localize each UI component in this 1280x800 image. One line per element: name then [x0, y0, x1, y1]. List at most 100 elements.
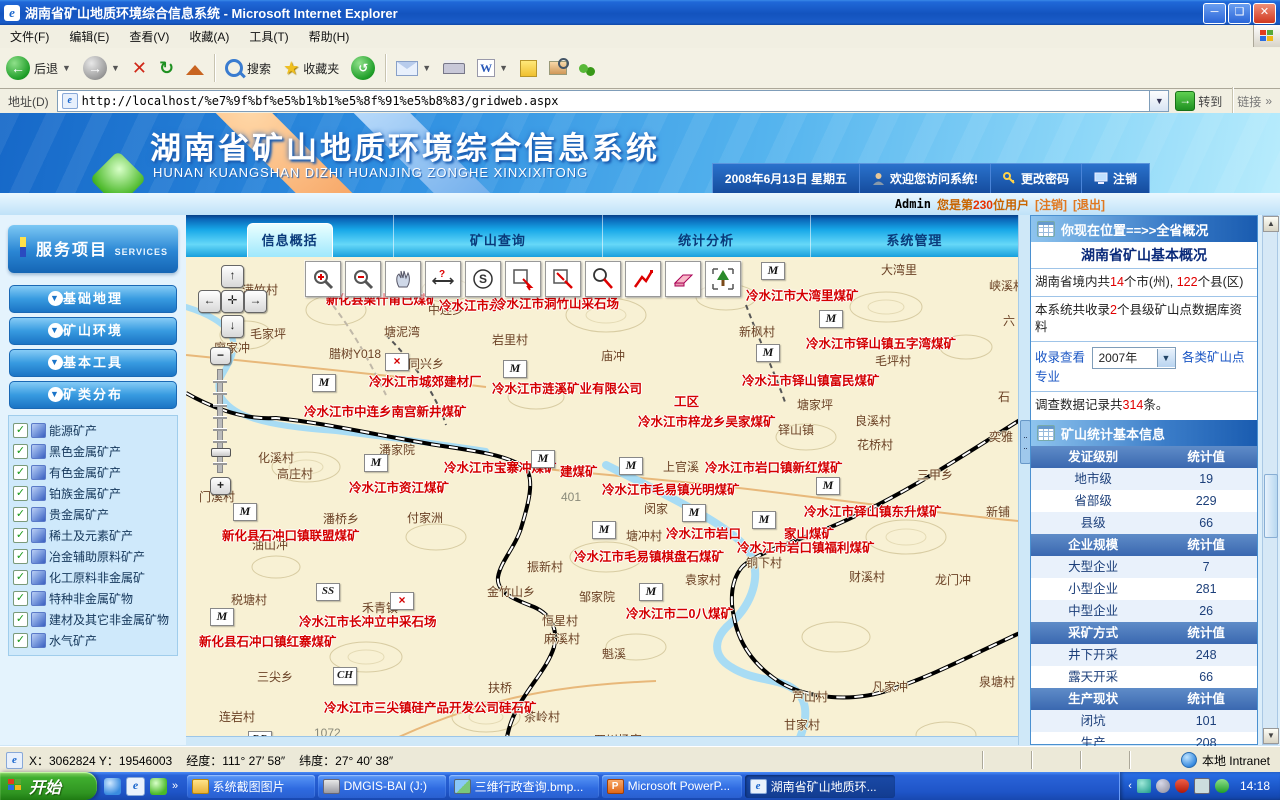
forward-dropdown-icon[interactable]: ▼	[111, 63, 120, 73]
mine-point-marker[interactable]: M	[639, 583, 663, 601]
pan-down-button[interactable]: ↓	[221, 315, 244, 338]
sidebar-button-矿山环境[interactable]: 矿山环境▼	[9, 317, 177, 345]
mine-label[interactable]: 冷水江市铎山镇富民煤矿	[742, 370, 880, 389]
menu-item[interactable]: 查看(V)	[119, 28, 179, 45]
address-dropdown-icon[interactable]: ▼	[1150, 90, 1169, 112]
search-button[interactable]: 搜索	[219, 51, 277, 85]
layer-item[interactable]: ✓特种非金属矿物	[11, 588, 175, 609]
edit-word-button[interactable]: W ▼	[471, 51, 514, 85]
pan-right-button[interactable]: →	[244, 290, 267, 313]
discuss-button[interactable]	[514, 51, 543, 85]
layer-checkbox[interactable]: ✓	[13, 633, 28, 648]
tab-矿山查询[interactable]: 矿山查询	[458, 226, 538, 253]
quick-launch-media-icon[interactable]	[150, 778, 167, 795]
pan-center-button[interactable]: ✛	[221, 290, 244, 313]
forward-button[interactable]: → ▼	[77, 51, 126, 85]
draw-line-tool-button[interactable]	[625, 261, 661, 297]
home-button[interactable]	[180, 51, 210, 85]
go-button[interactable]: → 转到	[1175, 91, 1222, 111]
mine-point-marker[interactable]: M	[761, 262, 785, 280]
back-dropdown-icon[interactable]: ▼	[62, 63, 71, 73]
mine-label[interactable]: 新化县石冲口镇联盟煤矿	[222, 525, 360, 544]
mine-label[interactable]: 冷水江市铎山镇五字湾煤矿	[806, 333, 956, 352]
mine-label[interactable]: 冷水江市岩口镇新红煤矿	[705, 457, 843, 476]
map-marker[interactable]: ×	[385, 353, 409, 371]
layer-item[interactable]: ✓能源矿产	[11, 420, 175, 441]
logout-item[interactable]: 注销	[1081, 164, 1149, 193]
print-button[interactable]	[437, 51, 471, 85]
layer-checkbox[interactable]: ✓	[13, 612, 28, 627]
pan-tool-button[interactable]	[385, 261, 421, 297]
page-vscrollbar[interactable]: ▲ ▼	[1262, 215, 1278, 745]
quick-launch-ie-icon[interactable]: e	[126, 777, 145, 796]
sidebar-button-矿类分布[interactable]: 矿类分布▼	[9, 381, 177, 409]
tray-icon-1[interactable]	[1137, 779, 1151, 793]
research-button[interactable]	[543, 51, 573, 85]
menu-item[interactable]: 工具(T)	[239, 28, 298, 45]
close-button[interactable]: ✕	[1253, 3, 1276, 24]
mine-point-marker[interactable]: M	[210, 608, 234, 626]
edit-dropdown-icon[interactable]: ▼	[499, 63, 508, 73]
mine-label[interactable]: 工区	[674, 391, 699, 410]
mine-point-marker[interactable]: M	[619, 457, 643, 475]
mine-label[interactable]: 冷水江市岩口	[666, 523, 741, 542]
measure-tool-button[interactable]: ?	[425, 261, 461, 297]
year-select-arrow-icon[interactable]: ▼	[1157, 349, 1175, 367]
stop-button[interactable]: ✕	[126, 51, 153, 85]
quick-launch-chevron-icon[interactable]: »	[172, 780, 178, 792]
menu-item[interactable]: 帮助(H)	[299, 28, 360, 45]
zoom-out-slider-button[interactable]: −	[210, 347, 231, 365]
layer-item[interactable]: ✓建材及其它非金属矿物	[11, 609, 175, 630]
mine-label[interactable]: 冷水江市岩口镇福利煤矿	[737, 537, 875, 556]
mine-label[interactable]: 冷水江市铎山镇东升煤矿	[804, 501, 942, 520]
layer-item[interactable]: ✓稀土及元素矿产	[11, 525, 175, 546]
scroll-up-button[interactable]: ▲	[1263, 216, 1279, 232]
layer-item[interactable]: ✓有色金属矿产	[11, 462, 175, 483]
mine-point-marker[interactable]: M	[364, 454, 388, 472]
mine-label[interactable]: 冷水江市毛易镇棋盘石煤矿	[574, 546, 724, 565]
messenger-button[interactable]	[573, 51, 594, 85]
layer-checkbox[interactable]: ✓	[13, 591, 28, 606]
mine-label[interactable]: 新化县石冲口镇红寨煤矿	[199, 631, 337, 650]
mine-label[interactable]: 冷水江市长冲立中采石场	[299, 611, 437, 630]
address-input[interactable]: e http://localhost/%e7%9f%bf%e5%b1%b1%e5…	[57, 90, 1151, 112]
year-select[interactable]: 2007年 ▼	[1092, 347, 1176, 369]
layer-checkbox[interactable]: ✓	[13, 423, 28, 438]
favorites-button[interactable]: ★ 收藏夹	[277, 51, 345, 85]
tray-monitor-icon[interactable]	[1194, 778, 1210, 794]
zoom-slider-track[interactable]	[217, 369, 223, 473]
layer-item[interactable]: ✓黑色金属矿产	[11, 441, 175, 462]
pan-up-button[interactable]: ↑	[221, 265, 244, 288]
mine-label[interactable]: 冷水江市毛易镇光明煤矿	[602, 479, 740, 498]
unselect-rect-tool-button[interactable]	[545, 261, 581, 297]
mine-point-marker[interactable]: M	[816, 477, 840, 495]
layer-item[interactable]: ✓铂族金属矿产	[11, 483, 175, 504]
zoom-out-tool-button[interactable]	[345, 261, 381, 297]
layer-item[interactable]: ✓化工原料非金属矿	[11, 567, 175, 588]
mine-label[interactable]: 建煤矿	[560, 461, 598, 480]
maximize-button[interactable]: ❑	[1228, 3, 1251, 24]
welcome-item[interactable]: 欢迎您访问系统!	[859, 164, 990, 193]
locate-tree-tool-button[interactable]	[705, 261, 741, 297]
layer-checkbox[interactable]: ✓	[13, 528, 28, 543]
tray-chevron-icon[interactable]: ‹	[1128, 780, 1132, 792]
task-button[interactable]: 三维行政查询.bmp...	[449, 775, 599, 798]
layer-item[interactable]: ✓贵金属矿产	[11, 504, 175, 525]
mine-label[interactable]: 冷水江市二0八煤矿	[626, 603, 733, 622]
tab-信息概括[interactable]: 信息概括	[247, 223, 333, 257]
full-extent-tool-button[interactable]: S	[465, 261, 501, 297]
task-button[interactable]: e湖南省矿山地质环...	[745, 775, 895, 798]
layer-checkbox[interactable]: ✓	[13, 486, 28, 501]
map-hscrollbar[interactable]	[186, 736, 1018, 745]
zoom-slider-handle[interactable]	[211, 448, 231, 457]
mine-label[interactable]: 冷水江市三尖镇硅产品开发公司硅石矿	[324, 697, 537, 716]
mine-label[interactable]: 冷水江市梓龙乡吴家煤矿	[638, 411, 776, 430]
menu-item[interactable]: 文件(F)	[0, 28, 59, 45]
layer-checkbox[interactable]: ✓	[13, 444, 28, 459]
back-button[interactable]: ← 后退 ▼	[0, 51, 77, 85]
layer-checkbox[interactable]: ✓	[13, 549, 28, 564]
mine-point-marker[interactable]: M	[233, 503, 257, 521]
sidebar-button-基本工具[interactable]: 基本工具▼	[9, 349, 177, 377]
sidebar-button-基础地理[interactable]: 基础地理▼	[9, 285, 177, 313]
layer-item[interactable]: ✓冶金辅助原料矿产	[11, 546, 175, 567]
